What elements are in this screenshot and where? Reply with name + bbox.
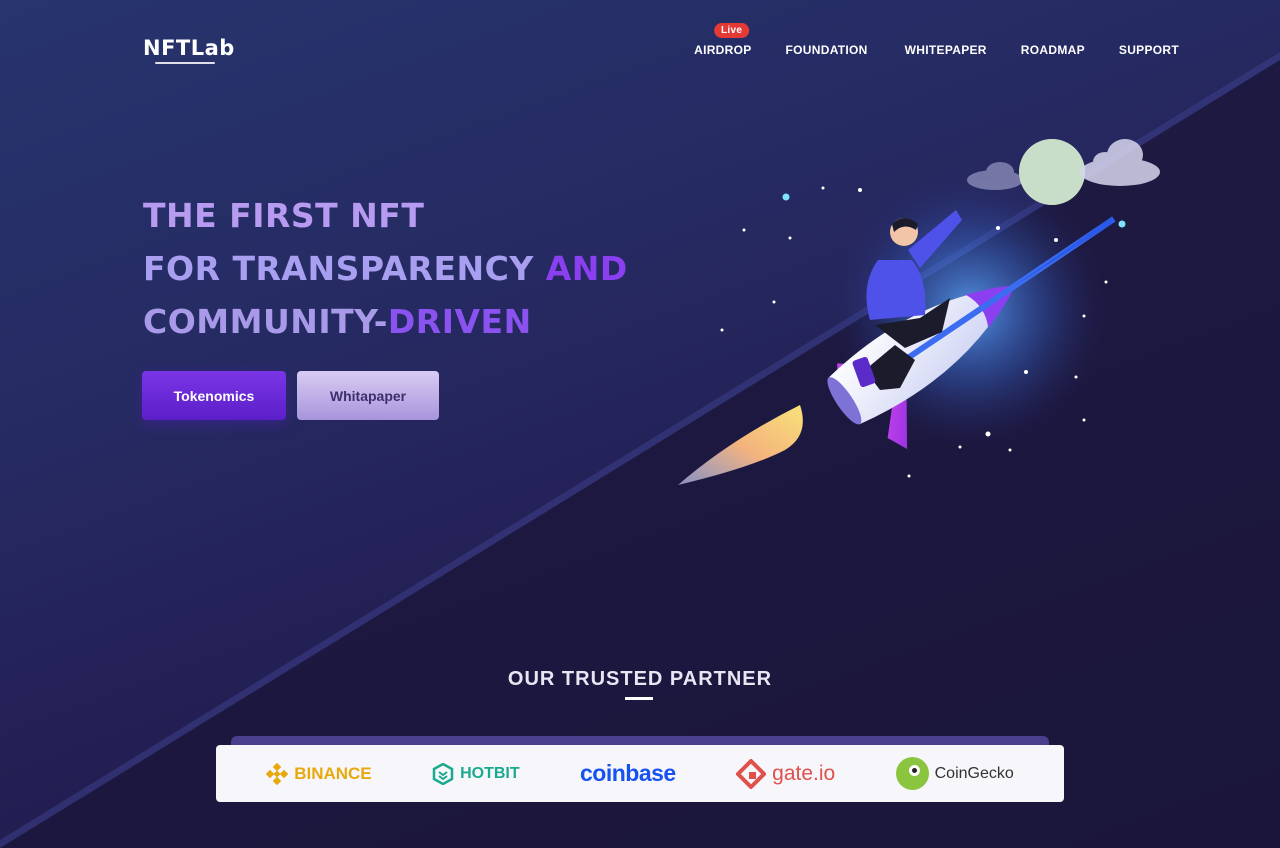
nav-support[interactable]: SUPPORT <box>1119 43 1179 57</box>
nftlab-logo[interactable]: NFTLab <box>143 36 235 60</box>
logo-underline <box>155 62 215 64</box>
live-badge: Live <box>714 23 750 38</box>
tokenomics-button[interactable]: Tokenomics <box>142 371 286 420</box>
whitepaper-button[interactable]: Whitapaper <box>297 371 439 420</box>
gate-icon <box>736 758 767 789</box>
hero-title-line-3a: COMMUNITY- <box>143 302 388 341</box>
hero-title-line-2b: AND <box>533 249 628 288</box>
partners-bar: BINANCE HOTBIT coinbase gate.io CoinGeck… <box>216 745 1064 802</box>
partner-coinbase[interactable]: coinbase <box>580 760 676 787</box>
partner-binance[interactable]: BINANCE <box>266 762 372 785</box>
coingecko-eye <box>908 765 920 776</box>
nav-whitepaper[interactable]: WHITEPAPER <box>905 43 987 57</box>
hero-title-line-3b: DRIVEN <box>387 302 532 341</box>
hero-title-line-1: THE FIRST NFT <box>143 196 425 235</box>
nav-foundation[interactable]: FOUNDATION <box>786 43 868 57</box>
partner-gate[interactable]: gate.io <box>736 758 836 789</box>
main-nav: Live AIRDROP FOUNDATION WHITEPAPER ROADM… <box>694 23 1179 57</box>
nav-airdrop-label: AIRDROP <box>694 43 752 57</box>
hero-title-line-2a: FOR TRANSPARENCY <box>143 249 534 288</box>
hero-title-line-2: FOR TRANSPARENCY AND <box>143 249 628 288</box>
nav-roadmap[interactable]: ROADMAP <box>1021 43 1085 57</box>
coingecko-icon <box>895 757 929 790</box>
partner-coingecko-label: CoinGecko <box>934 764 1014 782</box>
partner-coinbase-label: coinbase <box>580 760 676 786</box>
partner-binance-label: BINANCE <box>294 763 372 783</box>
partners-title: OUR TRUSTED PARTNER <box>507 668 773 690</box>
partners-title-underline <box>625 697 653 700</box>
partner-coingecko[interactable]: CoinGecko <box>895 757 1014 790</box>
hotbit-icon <box>432 762 454 785</box>
partner-gate-label: gate.io <box>772 761 836 785</box>
rocket-illustration <box>678 139 1160 485</box>
hero-title-line-3: COMMUNITY-DRIVEN <box>143 302 532 341</box>
partner-hotbit[interactable]: HOTBIT <box>432 762 520 785</box>
nav-airdrop[interactable]: Live AIRDROP <box>694 23 752 57</box>
partner-hotbit-label: HOTBIT <box>460 764 520 782</box>
binance-icon <box>266 762 289 785</box>
